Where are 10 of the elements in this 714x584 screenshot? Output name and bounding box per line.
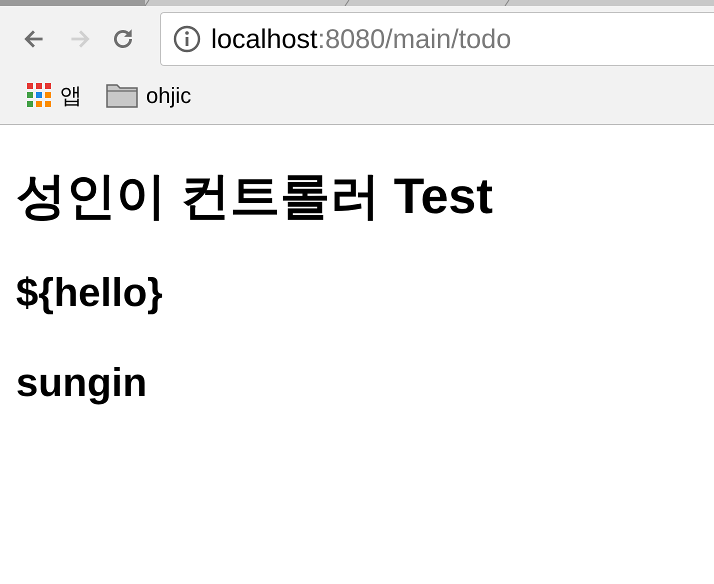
address-bar[interactable]: localhost:8080/main/todo xyxy=(160,12,714,66)
apps-shortcut[interactable]: 앱 xyxy=(26,78,82,112)
bookmark-folder[interactable]: ohjic xyxy=(106,78,192,112)
folder-icon xyxy=(106,82,138,108)
page-heading: 성인이 컨트롤러 Test xyxy=(16,167,494,226)
apps-grid-icon xyxy=(26,82,52,108)
url-text: localhost:8080/main/todo xyxy=(211,22,512,56)
heading-text: ${hello} xyxy=(16,270,164,316)
info-icon xyxy=(173,25,201,53)
heading-text: sungin xyxy=(16,360,148,406)
